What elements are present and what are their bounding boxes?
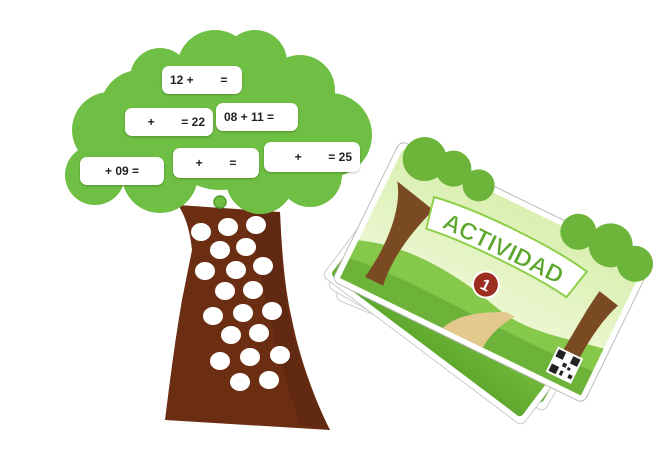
equation-label: 08 + 11 = (216, 103, 298, 131)
activity-cards: ACTIVIDAD 1 (323, 137, 654, 425)
equation-label: + 09 = (80, 157, 164, 185)
equation-label: + = 22 (125, 108, 213, 136)
equation-label: + = 25 (264, 142, 360, 172)
equation-label: + = (173, 148, 259, 178)
equation-label: 12 + = (162, 66, 242, 94)
product-photo: ACTIVIDAD 1 (65, 30, 654, 430)
